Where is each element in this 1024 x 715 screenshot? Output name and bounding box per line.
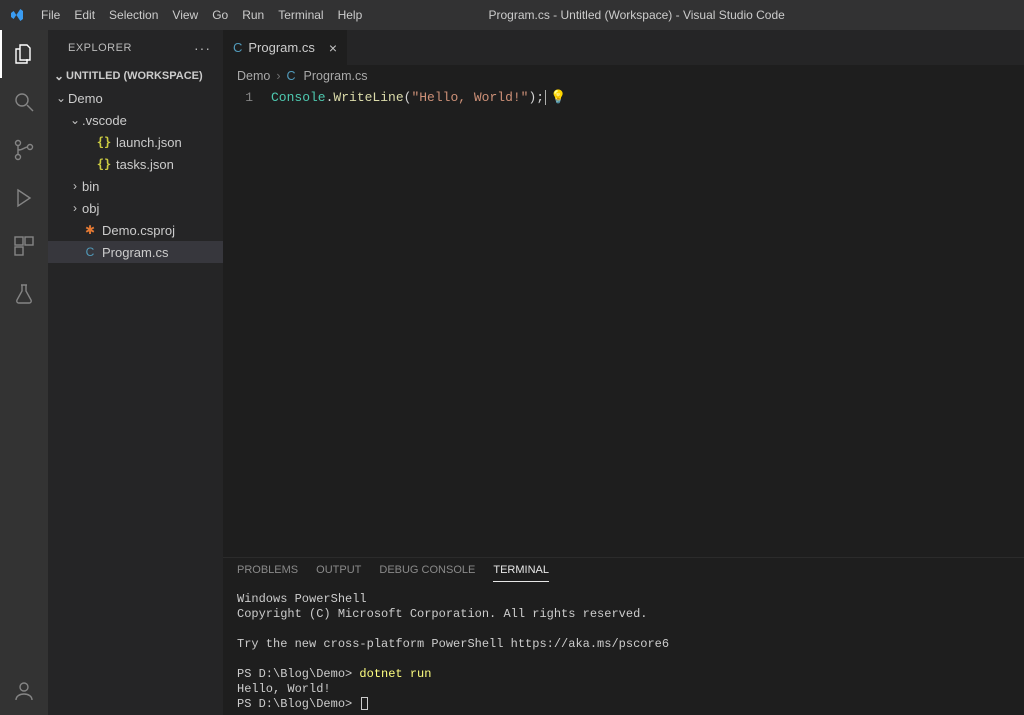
menu-go[interactable]: Go: [205, 0, 235, 30]
token-type: Console: [271, 90, 326, 105]
source-control-icon: [12, 138, 36, 162]
activity-search[interactable]: [0, 78, 48, 126]
terminal-line: Copyright (C) Microsoft Corporation. All…: [237, 607, 647, 621]
token-member: WriteLine: [333, 90, 403, 105]
token-string: "Hello, World!": [411, 90, 528, 105]
panel-tab-problems[interactable]: PROBLEMS: [237, 564, 298, 582]
files-icon: [12, 42, 36, 66]
beaker-icon: [12, 282, 36, 306]
tab-program-cs[interactable]: C Program.cs ×: [223, 30, 347, 65]
close-icon[interactable]: ×: [329, 41, 337, 55]
workspace-name: UNTITLED (WORKSPACE): [66, 70, 203, 82]
tree-file-csproj[interactable]: · ✱ Demo.csproj: [48, 219, 223, 241]
file-tree: ⌄ Demo ⌄ .vscode · {} launch.json · {} t…: [48, 87, 223, 263]
panel-tab-terminal[interactable]: TERMINAL: [493, 564, 549, 582]
menu-help[interactable]: Help: [331, 0, 370, 30]
chevron-down-icon: ⌄: [54, 91, 68, 105]
activity-accounts[interactable]: [0, 667, 48, 715]
tree-label: launch.json: [116, 135, 182, 150]
workspace-section-header[interactable]: ⌄ UNTITLED (WORKSPACE): [48, 65, 223, 87]
chevron-down-icon: ⌄: [52, 69, 66, 83]
terminal-line: Windows PowerShell: [237, 592, 367, 606]
terminal-command: dotnet run: [359, 667, 431, 681]
menu-view[interactable]: View: [165, 0, 205, 30]
tree-folder-obj[interactable]: › obj: [48, 197, 223, 219]
activity-bar: [0, 30, 48, 715]
token-punct: );: [528, 90, 544, 105]
tree-folder-bin[interactable]: › bin: [48, 175, 223, 197]
menu-terminal[interactable]: Terminal: [271, 0, 330, 30]
terminal-line: Try the new cross-platform PowerShell ht…: [237, 637, 669, 651]
tree-label: Demo: [68, 91, 103, 106]
terminal-prompt: PS D:\Blog\Demo>: [237, 667, 359, 681]
menubar: File Edit Selection View Go Run Terminal…: [34, 0, 369, 30]
panel-tab-debug-console[interactable]: DEBUG CONSOLE: [379, 564, 475, 582]
menu-edit[interactable]: Edit: [67, 0, 102, 30]
tree-label: obj: [82, 201, 99, 216]
tab-label: Program.cs: [248, 40, 314, 55]
tree-label: Demo.csproj: [102, 223, 175, 238]
breadcrumbs[interactable]: Demo › C Program.cs: [223, 65, 1024, 87]
vscode-logo-icon: [0, 7, 34, 23]
explorer-more-icon[interactable]: ···: [194, 40, 211, 56]
csharp-icon: C: [233, 40, 242, 55]
panel-tabs: PROBLEMS OUTPUT DEBUG CONSOLE TERMINAL: [223, 558, 1024, 582]
debug-icon: [12, 186, 36, 210]
tree-label: Program.cs: [102, 245, 168, 260]
chevron-right-icon: ›: [68, 179, 82, 193]
search-icon: [12, 90, 36, 114]
tree-file-launch-json[interactable]: · {} launch.json: [48, 131, 223, 153]
tree-label: bin: [82, 179, 99, 194]
csharp-icon: C: [287, 69, 296, 83]
chevron-down-icon: ⌄: [68, 113, 82, 127]
lightbulb-icon[interactable]: 💡: [550, 89, 566, 107]
explorer-title: EXPLORER ···: [48, 30, 223, 65]
csharp-icon: C: [82, 245, 98, 259]
explorer-title-label: EXPLORER: [68, 42, 132, 54]
breadcrumb-segment[interactable]: Demo: [237, 69, 270, 83]
bottom-panel: PROBLEMS OUTPUT DEBUG CONSOLE TERMINAL W…: [223, 557, 1024, 715]
menu-file[interactable]: File: [34, 0, 67, 30]
code-line[interactable]: Console.WriteLine("Hello, World!");💡: [271, 89, 546, 557]
terminal[interactable]: Windows PowerShell Copyright (C) Microso…: [223, 582, 1024, 715]
code-editor[interactable]: 1 Console.WriteLine("Hello, World!");💡: [223, 87, 1024, 557]
window-title: Program.cs - Untitled (Workspace) - Visu…: [369, 8, 904, 22]
menu-run[interactable]: Run: [235, 0, 271, 30]
explorer-sidebar: EXPLORER ··· ⌄ UNTITLED (WORKSPACE) ⌄ De…: [48, 30, 223, 715]
tree-file-program-cs[interactable]: · C Program.cs: [48, 241, 223, 263]
tree-folder-vscode[interactable]: ⌄ .vscode: [48, 109, 223, 131]
terminal-prompt: PS D:\Blog\Demo>: [237, 697, 359, 711]
line-number: 1: [223, 89, 253, 107]
extensions-icon: [12, 234, 36, 258]
activity-explorer[interactable]: [0, 30, 48, 78]
breadcrumb-segment[interactable]: Program.cs: [304, 69, 368, 83]
chevron-right-icon: ›: [68, 201, 82, 215]
text-cursor: [545, 90, 546, 105]
panel-tab-output[interactable]: OUTPUT: [316, 564, 361, 582]
chevron-right-icon: ›: [276, 69, 280, 83]
tree-file-tasks-json[interactable]: · {} tasks.json: [48, 153, 223, 175]
csproj-icon: ✱: [82, 223, 98, 237]
editor-tabs: C Program.cs ×: [223, 30, 1024, 65]
json-icon: {}: [96, 157, 112, 171]
activity-source-control[interactable]: [0, 126, 48, 174]
account-icon: [12, 679, 36, 703]
activity-testing[interactable]: [0, 270, 48, 318]
activity-run-debug[interactable]: [0, 174, 48, 222]
terminal-cursor: [361, 697, 368, 710]
title-bar: File Edit Selection View Go Run Terminal…: [0, 0, 1024, 30]
tree-label: .vscode: [82, 113, 127, 128]
json-icon: {}: [96, 135, 112, 149]
line-number-gutter: 1: [223, 89, 271, 557]
tree-folder-demo[interactable]: ⌄ Demo: [48, 87, 223, 109]
activity-extensions[interactable]: [0, 222, 48, 270]
tree-label: tasks.json: [116, 157, 174, 172]
terminal-line: Hello, World!: [237, 682, 331, 696]
menu-selection[interactable]: Selection: [102, 0, 165, 30]
editor-area: C Program.cs × Demo › C Program.cs 1 Con…: [223, 30, 1024, 715]
